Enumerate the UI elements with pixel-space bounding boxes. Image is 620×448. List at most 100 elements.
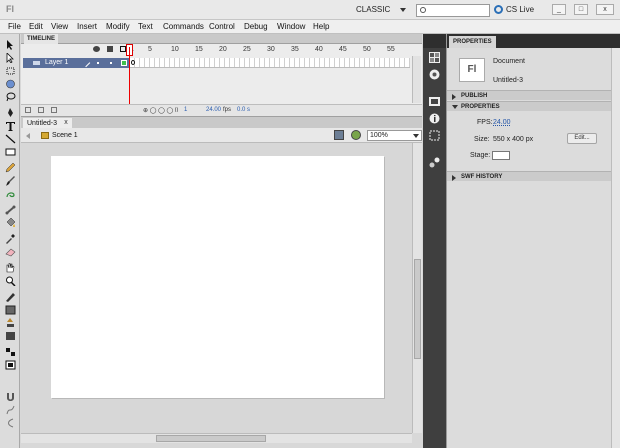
pencil-tool-icon[interactable] bbox=[5, 163, 16, 173]
document-tab-bar: Untitled-3 x bbox=[21, 116, 422, 129]
deco-tool-icon[interactable] bbox=[5, 189, 16, 199]
fps-field[interactable]: 24.00 bbox=[493, 119, 511, 126]
menu-file[interactable]: File bbox=[8, 21, 21, 33]
swatches-panel-icon[interactable] bbox=[429, 69, 440, 80]
maximize-button[interactable]: □ bbox=[574, 4, 588, 15]
layer-name[interactable]: Layer 1 bbox=[45, 58, 68, 68]
rectangle-tool-icon[interactable] bbox=[5, 147, 16, 157]
close-window-button[interactable]: x bbox=[596, 4, 614, 15]
stage-vertical-scrollbar[interactable] bbox=[412, 143, 422, 433]
paint-bucket-tool-icon[interactable] bbox=[5, 218, 16, 228]
zoom-select[interactable]: 100% bbox=[367, 130, 422, 141]
app-logo: Fl bbox=[6, 4, 14, 14]
scroll-thumb[interactable] bbox=[156, 435, 266, 442]
fps-value[interactable]: 24.00 bbox=[206, 107, 221, 113]
menu-debug[interactable]: Debug bbox=[244, 21, 268, 33]
publish-section[interactable]: PUBLISH bbox=[447, 90, 611, 100]
pasteboard[interactable] bbox=[21, 143, 412, 433]
align-panel-icon[interactable] bbox=[429, 130, 440, 141]
eyedropper-tool-icon[interactable] bbox=[5, 234, 16, 244]
new-layer-icon[interactable] bbox=[25, 107, 31, 113]
menu-window[interactable]: Window bbox=[277, 21, 305, 33]
menu-insert[interactable]: Insert bbox=[77, 21, 97, 33]
snap-to-objects-icon[interactable] bbox=[5, 347, 16, 357]
scene-breadcrumb[interactable]: Scene 1 bbox=[41, 130, 78, 141]
edit-bar: Scene 1 100% bbox=[21, 128, 422, 143]
straighten-icon[interactable] bbox=[5, 405, 16, 415]
stage-color-swatch[interactable] bbox=[492, 151, 510, 160]
document-type-icon: Fl bbox=[459, 58, 485, 82]
frame-number: 25 bbox=[243, 46, 251, 53]
eraser-tool-icon[interactable] bbox=[5, 247, 16, 257]
scroll-thumb[interactable] bbox=[414, 259, 421, 359]
timeline-tab[interactable]: TIMELINE bbox=[24, 34, 58, 44]
menu-modify[interactable]: Modify bbox=[106, 21, 130, 33]
menu-control[interactable]: Control bbox=[209, 21, 235, 33]
subselection-tool-icon[interactable] bbox=[5, 53, 16, 63]
stroke-color-icon[interactable] bbox=[5, 292, 16, 302]
tools-panel bbox=[0, 34, 20, 448]
outline-color-swatch[interactable] bbox=[121, 60, 127, 66]
chevron-down-icon bbox=[413, 134, 419, 138]
properties-tab[interactable]: PROPERTIES bbox=[449, 36, 496, 48]
timeline-scrollbar[interactable] bbox=[412, 56, 421, 103]
fps-unit: fps bbox=[223, 107, 232, 113]
close-icon[interactable]: x bbox=[62, 119, 70, 127]
menu-edit[interactable]: Edit bbox=[29, 21, 43, 33]
text-tool-icon[interactable] bbox=[5, 121, 16, 131]
swf-history-section[interactable]: SWF HISTORY bbox=[447, 171, 611, 181]
stage-horizontal-scrollbar[interactable] bbox=[21, 433, 412, 443]
smooth-curve-icon[interactable] bbox=[5, 418, 16, 428]
workspace-switcher[interactable]: CLASSIC bbox=[356, 3, 408, 17]
zoom-tool-icon[interactable] bbox=[5, 276, 16, 286]
selection-tool-icon[interactable] bbox=[5, 40, 16, 50]
visibility-dot[interactable] bbox=[97, 62, 99, 64]
edit-size-button[interactable]: Edit... bbox=[567, 133, 597, 144]
black-white-icon[interactable] bbox=[5, 331, 16, 341]
swap-colors-icon[interactable] bbox=[5, 318, 16, 328]
properties-scrollbar[interactable] bbox=[611, 48, 620, 448]
edit-symbols-icon[interactable] bbox=[351, 130, 361, 140]
smooth-icon[interactable] bbox=[5, 360, 16, 370]
menu-view[interactable]: View bbox=[51, 21, 68, 33]
components-panel-icon[interactable] bbox=[429, 157, 440, 168]
new-folder-icon[interactable] bbox=[38, 107, 44, 113]
lock-icon[interactable] bbox=[107, 46, 113, 52]
minimize-button[interactable]: _ bbox=[552, 4, 566, 15]
3d-rotation-tool-icon[interactable] bbox=[5, 79, 16, 89]
free-transform-tool-icon[interactable] bbox=[5, 66, 16, 76]
bone-tool-icon[interactable] bbox=[5, 205, 16, 215]
menu-text[interactable]: Text bbox=[138, 21, 153, 33]
lasso-tool-icon[interactable] bbox=[5, 92, 16, 102]
current-frame[interactable]: 1 bbox=[184, 107, 187, 113]
stage-label: Stage: bbox=[470, 152, 491, 159]
hand-tool-icon[interactable] bbox=[5, 263, 16, 273]
properties-section[interactable]: PROPERTIES bbox=[447, 101, 611, 111]
pen-tool-icon[interactable] bbox=[5, 108, 16, 118]
color-panel-icon[interactable] bbox=[429, 52, 440, 63]
timeline-panel-header: TIMELINE bbox=[21, 34, 422, 44]
stage[interactable] bbox=[51, 156, 384, 398]
fill-color-icon[interactable] bbox=[5, 305, 16, 315]
help-search-input[interactable] bbox=[416, 4, 490, 17]
edit-scene-icon[interactable] bbox=[334, 130, 344, 140]
layer-row[interactable]: Layer 1 bbox=[23, 58, 129, 68]
back-arrow-icon[interactable] bbox=[26, 133, 30, 139]
keyframe[interactable] bbox=[131, 60, 135, 65]
onion-skin-icons[interactable]: ⊕ ◯ ◯ ◯ ⌷ bbox=[143, 107, 178, 115]
menu-commands[interactable]: Commands bbox=[163, 21, 204, 33]
frame-number: 30 bbox=[267, 46, 275, 53]
frame-number: 50 bbox=[363, 46, 371, 53]
frame-grid[interactable] bbox=[130, 58, 410, 68]
brush-tool-icon[interactable] bbox=[5, 176, 16, 186]
lock-dot[interactable] bbox=[110, 62, 112, 64]
line-tool-icon[interactable] bbox=[5, 134, 16, 144]
properties-panel: PROPERTIES Fl Document Untitled-3 PUBLIS… bbox=[446, 34, 620, 448]
menu-help[interactable]: Help bbox=[313, 21, 329, 33]
library-panel-icon[interactable] bbox=[429, 96, 440, 107]
cs-live-button[interactable]: CS Live bbox=[494, 3, 534, 17]
info-panel-icon[interactable] bbox=[429, 113, 440, 124]
delete-layer-icon[interactable] bbox=[51, 107, 57, 113]
eye-icon[interactable] bbox=[93, 46, 100, 52]
magnet-snap-icon[interactable] bbox=[5, 392, 16, 402]
